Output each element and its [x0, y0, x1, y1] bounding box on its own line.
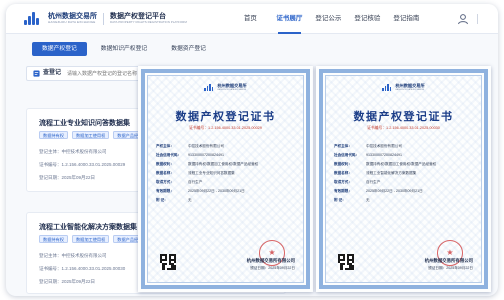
search-label: 查登记 [27, 67, 67, 80]
card-title[interactable]: 流程工业智能化解决方案数据集 [39, 222, 137, 232]
nav-divider [477, 14, 478, 24]
certificate-field: 取得方式： 自行生产 [156, 180, 203, 184]
certificate-field: 产权主体： 中控技术股份有限公司 [156, 144, 224, 148]
certificate-field: 数据名称： 流程工业智能化解决方案数据集 [334, 171, 417, 175]
certificate-fields: 产权主体： 中控技术股份有限公司 社会信用代码： 91330000720082449… [156, 142, 299, 205]
certificate-field: 社会信用代码： 913300007200824491 [156, 153, 224, 157]
tab-data-ip[interactable]: 数据知识产权登记 [91, 42, 157, 56]
card-cert-number: 证书编号：1.2.156.4000.33.01.2025.00029 [39, 162, 126, 167]
certificate-issuer: 杭州数据交易所有限公司 [424, 258, 473, 263]
menu-item-guide[interactable]: 登记指南 [387, 4, 426, 34]
certificate-field: 有效期限： 2025年09月22日 - 2030年09月21日 [334, 189, 423, 193]
main-menu: 首页 证书展厅 登记公示 登记核验 登记指南 [231, 4, 426, 34]
card-subject: 登记主体：中控技术股份有限公司 [39, 253, 107, 258]
exchange-logo[interactable]: 杭州数据交易所 HANGZHOU DATA EXCHANGE [24, 12, 97, 25]
certificate-field: 数据权利： 数据持有权/数据加工使用权/数据产品经营权 [156, 162, 259, 166]
certificate-field: 有效期限： 2025年09月22日 - 2030年09月21日 [156, 189, 245, 193]
top-nav: 杭州数据交易所 HANGZHOU DATA EXCHANGE 数据产权登记平台 … [6, 4, 498, 34]
certificate-number: 证书编号：1.2.156.4000.33.01.2025.00029 [189, 126, 262, 130]
certificate-field: 附 记：无 [156, 198, 192, 202]
certificate-issue-date: 颁证日期：2025年09月22日 [428, 266, 473, 270]
tag-processing-right: 数据加工使用权 [71, 235, 110, 243]
platform-title: 数据产权登记平台 DATA PROPERTY RIGHTS REGISTRATI… [110, 13, 187, 24]
certificate-title: 数据产权登记证书 [175, 111, 276, 123]
logo-name: 杭州数据交易所 [48, 13, 97, 20]
certificate-issuer: 杭州数据交易所有限公司 [246, 258, 295, 263]
tag-processing-right: 数据加工使用权 [71, 131, 110, 139]
certificate-field: 数据名称： 流程工业专业知识问答数据集 [156, 171, 235, 175]
tag-holding-right: 数据持有权 [39, 131, 68, 139]
logo-bars-icon [204, 84, 214, 91]
certificate-fields: 产权主体： 中控技术股份有限公司 社会信用代码： 91330000720082449… [334, 142, 477, 205]
menu-item-certificate-hall[interactable]: 证书展厅 [270, 4, 309, 34]
tag-holding-right: 数据持有权 [39, 235, 68, 243]
menu-item-public-notice[interactable]: 登记公示 [309, 4, 348, 34]
certificate-logo-name: 杭州数据交易所 [217, 83, 247, 89]
card-date: 登记日期：2025年09月22日 [39, 279, 96, 284]
platform-name-en: DATA PROPERTY RIGHTS REGISTRATION PLATFO… [110, 20, 187, 24]
certificate-field: 数据权利： 数据持有权/数据加工使用权/数据产品经营权 [334, 162, 437, 166]
certificate-card[interactable]: 杭州数据交易所 HANGZHOU DATA EXCHANGE 数据产权登记证书 … [316, 66, 491, 292]
menu-item-verification[interactable]: 登记核验 [348, 4, 387, 34]
certificate-card[interactable]: 杭州数据交易所 HANGZHOU DATA EXCHANGE 数据产权登记证书 … [138, 66, 313, 292]
certificate-logo-name: 杭州数据交易所 [395, 83, 425, 89]
certificate-field: 附 记：无 [334, 198, 370, 202]
certificate-logo-name-en: HANGZHOU DATA EXCHANGE [217, 88, 247, 91]
user-icon[interactable] [457, 13, 469, 25]
card-date: 登记日期：2025年09月22日 [39, 175, 96, 180]
logo-divider [103, 12, 104, 25]
card-title[interactable]: 流程工业专业知识问答数据集 [39, 118, 130, 128]
logo-bars-icon [382, 84, 392, 91]
platform-name: 数据产权登记平台 [110, 13, 166, 20]
certificate-issue-date: 颁证日期：2025年09月22日 [250, 266, 295, 270]
search-icon [33, 70, 40, 77]
card-subject: 登记主体：中控技术股份有限公司 [39, 149, 107, 154]
qr-code-icon[interactable] [338, 254, 354, 270]
logo-name-en: HANGZHOU DATA EXCHANGE [48, 20, 96, 24]
logo-bars-icon [24, 12, 44, 25]
category-tabs: 数据产权登记 数据知识产权登记 数据资产登记 [6, 42, 498, 56]
certificate-field: 取得方式： 自行生产 [334, 180, 381, 184]
certificate-logo: 杭州数据交易所 HANGZHOU DATA EXCHANGE [138, 83, 313, 91]
tab-data-asset[interactable]: 数据资产登记 [161, 42, 216, 56]
certificate-logo: 杭州数据交易所 HANGZHOU DATA EXCHANGE [316, 83, 491, 91]
qr-code-icon[interactable] [160, 254, 176, 270]
menu-item-home[interactable]: 首页 [231, 4, 270, 34]
certificate-logo-name-en: HANGZHOU DATA EXCHANGE [395, 88, 425, 91]
certificate-field: 产权主体： 中控技术股份有限公司 [334, 144, 402, 148]
tab-data-property[interactable]: 数据产权登记 [32, 42, 87, 56]
certificate-field: 社会信用代码： 913300007200824491 [334, 153, 402, 157]
certificate-number: 证书编号：1.2.156.4000.33.01.2025.00030 [367, 126, 440, 130]
card-cert-number: 证书编号：1.2.156.4000.33.01.2025.00030 [39, 266, 126, 271]
certificate-title: 数据产权登记证书 [353, 111, 454, 123]
search-label-text: 查登记 [43, 70, 62, 76]
